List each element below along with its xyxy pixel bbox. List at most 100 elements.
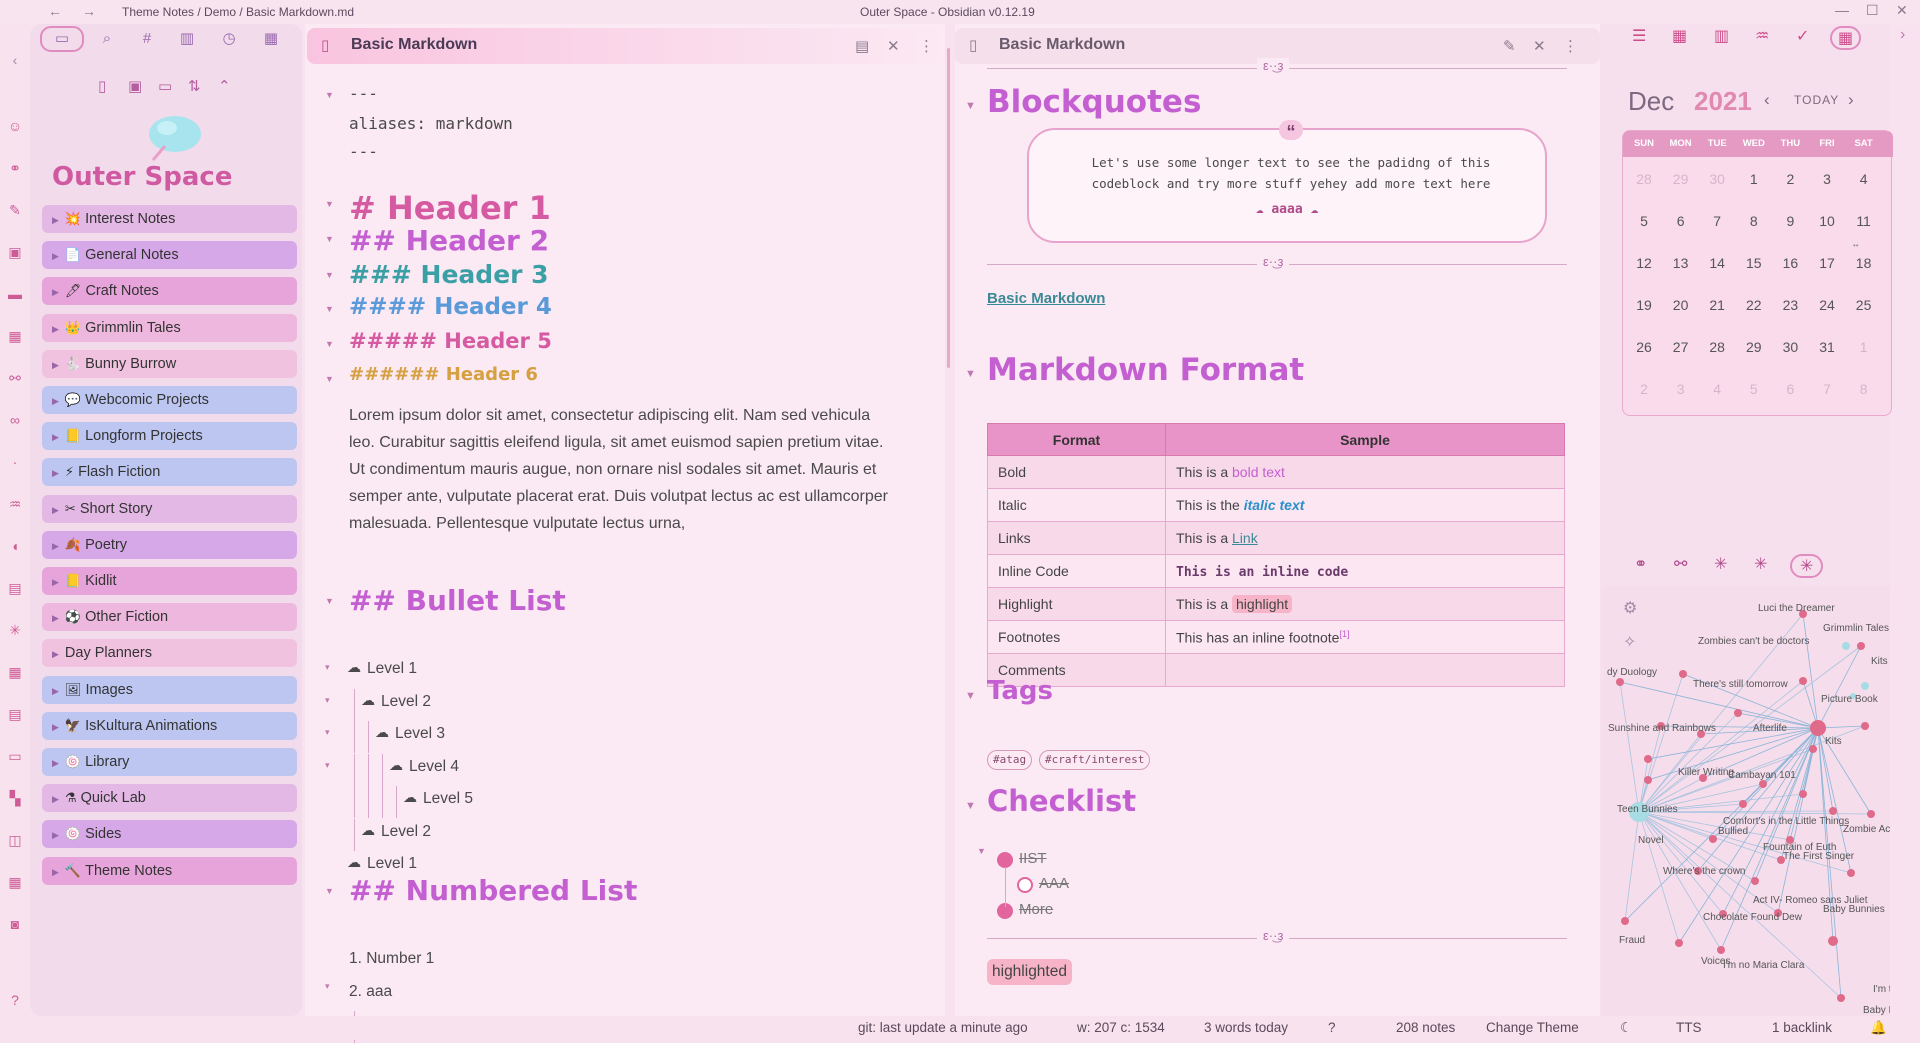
folder-item[interactable]: ▶ 📄 General Notes [42,241,297,270]
graph-hub-node[interactable] [1828,936,1838,946]
graph-active-icon[interactable]: ✳ [1790,554,1824,578]
stats-tab-icon[interactable]: ▥ [1714,26,1729,46]
fold-arrow-icon[interactable]: ▾ [325,760,330,771]
calendar-day[interactable]: 15 [1736,255,1772,271]
calendar-day[interactable]: 26 [1626,339,1662,355]
new-folder-icon[interactable]: ▭ [158,77,172,95]
pane-scrollbar[interactable] [945,48,953,368]
calendar-day[interactable]: 3 [1663,381,1699,397]
folder-item[interactable]: ▶ 🦅 IsKultura Animations [42,711,297,740]
fold-arrow-icon[interactable]: ▼ [325,339,334,349]
daily-notes-tab-icon[interactable]: ▦ [1830,26,1862,50]
graph-view-icon[interactable]: ✳ [1754,554,1767,574]
calendar-day[interactable]: 1 [1736,171,1772,187]
new-from-template-icon[interactable]: ▣ [128,77,142,95]
calendar-icon[interactable]: ▦ [7,328,23,344]
collapse-all-icon[interactable]: ⌃ [218,77,231,95]
document-icon[interactable]: ▤ [7,580,23,596]
calendar-day[interactable]: 13 [1663,255,1699,271]
network-icon[interactable]: ✳ [7,622,23,638]
checkbox[interactable] [1017,877,1033,893]
graph-node[interactable] [1717,946,1725,954]
footnote-ref[interactable]: [1] [1339,629,1349,639]
graph-node[interactable] [1867,810,1875,818]
folder-item[interactable]: ▶ ✂ Short Story [42,494,297,523]
activity-tab-icon[interactable]: ♒ [1755,26,1769,46]
graph-view[interactable]: ⚙ ✧ Luci the Dreamer Grimmlin Tales Zombie… [1603,586,1890,1016]
calendar-day[interactable]: 29 [1736,339,1772,355]
calendar-day[interactable]: 23 [1772,297,1808,313]
calendar-day[interactable]: 21 [1699,297,1735,313]
files-tab-icon[interactable]: ▭ [40,26,84,52]
local-graph-icon[interactable]: ⚭ [1634,554,1647,574]
folder-item[interactable]: ▶ 🔨 Theme Notes [42,856,297,885]
folder-item[interactable]: ▶ ⚽ Other Fiction [42,603,297,632]
global-graph-icon[interactable]: ✳ [1714,554,1727,574]
prev-month-icon[interactable]: ‹ [1764,90,1770,110]
fold-arrow-icon[interactable]: ▼ [977,846,986,856]
calendar-day[interactable]: 9 [1772,213,1808,229]
calendar-day[interactable]: 14 [1699,255,1735,271]
calendar-day[interactable]: 24 [1809,297,1845,313]
calendar-day[interactable]: 29 [1663,171,1699,187]
fold-arrow-icon[interactable]: ▼ [965,368,976,380]
calendar-day[interactable]: 28 [1699,339,1735,355]
calendar-day[interactable]: 10 [1809,213,1845,229]
graph-hub-node[interactable] [1861,682,1869,690]
search-tab-icon[interactable]: ⌕ [96,28,118,50]
calendar-day[interactable]: 27 [1663,339,1699,355]
planner-icon[interactable]: ◫ [7,832,23,848]
paperclip-icon[interactable]: ✎ [7,202,23,218]
more-options-icon[interactable]: ⋮ [1563,37,1578,55]
backlink-count[interactable]: 1 backlink [1772,1020,1832,1035]
nodes-icon[interactable]: ⚯ [7,370,23,386]
fold-arrow-icon[interactable]: ▼ [965,100,976,112]
folder-item[interactable]: ▶ Day Planners [42,639,297,668]
calendar-day[interactable]: 31 [1809,339,1845,355]
today-button[interactable]: TODAY [1794,93,1839,107]
next-month-icon[interactable]: › [1848,90,1854,110]
calendar-day[interactable]: 6 [1772,381,1808,397]
vault-icon[interactable]: ◙ [7,916,23,932]
maximize-icon[interactable]: ☐ [1866,2,1879,19]
cards-icon[interactable]: ▭ [7,748,23,764]
calendar-day[interactable]: 5 [1626,213,1662,229]
recent-tab-icon[interactable]: ◷ [218,28,240,50]
fold-arrow-icon[interactable]: ▼ [325,270,334,280]
folder-item[interactable]: ▶ 📒 Longform Projects [42,422,297,451]
calendar-day[interactable]: 22 [1736,297,1772,313]
tag-pill[interactable]: #atag [987,750,1033,770]
graph-node[interactable] [1799,790,1807,798]
fold-arrow-icon[interactable]: ▼ [325,199,334,209]
graph-node[interactable] [1616,678,1624,686]
sort-icon[interactable]: ⇅ [188,77,201,95]
close-window-icon[interactable]: ✕ [1896,2,1908,19]
internal-link[interactable]: Basic Markdown [987,290,1105,307]
calendar-day[interactable]: 17 [1809,255,1845,271]
help-icon[interactable]: ? [7,992,23,1008]
fold-arrow-icon[interactable]: ▼ [965,800,976,812]
graph-node[interactable] [1709,835,1717,843]
calendar-day[interactable]: 1 [1846,339,1882,355]
change-theme-button[interactable]: Change Theme [1486,1020,1579,1035]
calendar-day[interactable]: 18 [1846,255,1882,271]
gallery-icon[interactable]: ▣ [7,244,23,260]
calendar-day[interactable]: 4 [1846,171,1882,187]
calendar-day[interactable]: 8 [1846,381,1882,397]
edit-icon[interactable]: ✎ [1503,37,1516,55]
fold-arrow-icon[interactable]: ▾ [325,727,330,738]
reading-view-icon[interactable]: ▤ [855,37,869,55]
folder-item[interactable]: ▶ 💥 Interest Notes [42,205,297,233]
new-note-icon[interactable]: ▯ [98,77,106,95]
checkbox[interactable] [997,852,1013,868]
calendar-day[interactable]: 3 [1809,171,1845,187]
forward-arrow-icon[interactable]: → [82,3,96,19]
link-icon[interactable]: ∞ [7,412,23,428]
moon-icon[interactable]: ☾ [1620,1020,1632,1036]
calendar-check-icon[interactable]: ▦ [7,664,23,680]
minimize-icon[interactable]: — [1835,2,1849,18]
graph-node[interactable] [1751,877,1759,885]
folder-item[interactable]: ▶ 📒 Kidlit [42,567,297,595]
fold-arrow-icon[interactable]: ▼ [325,886,334,896]
graph-hub-node[interactable] [1810,720,1826,736]
